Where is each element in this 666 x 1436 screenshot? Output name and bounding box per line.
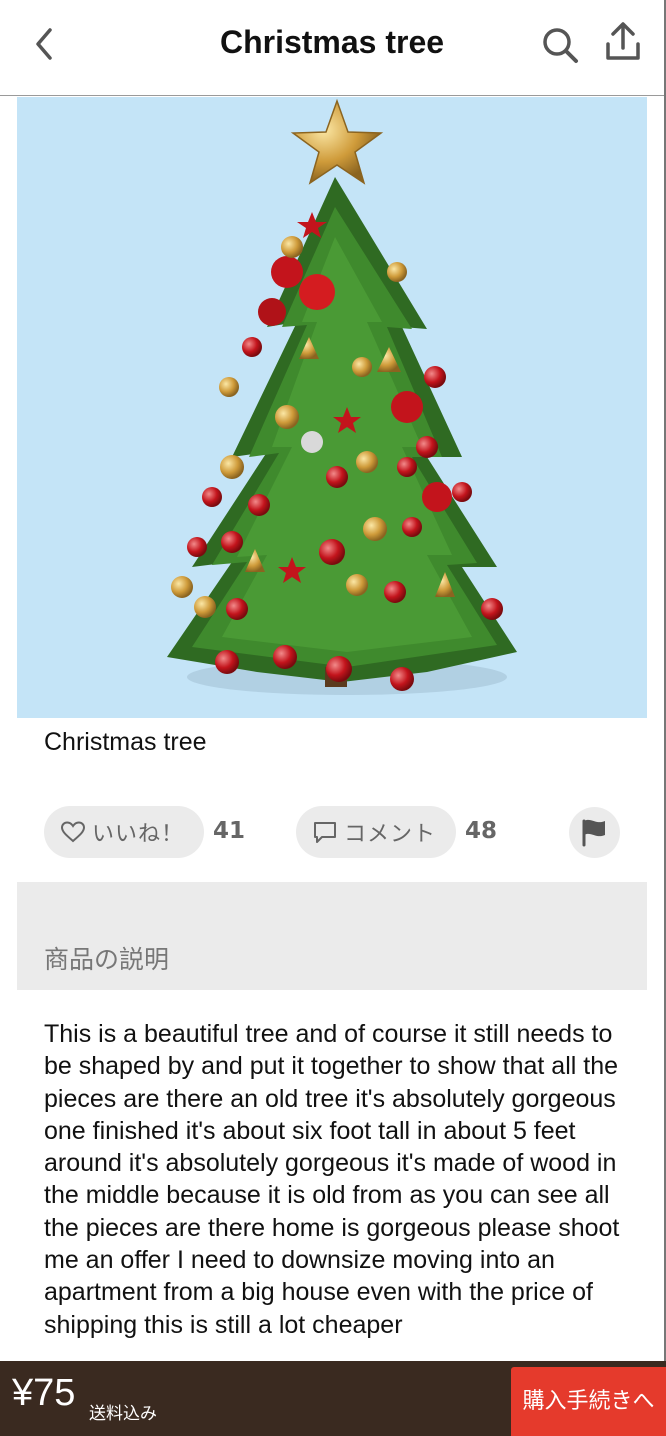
heart-icon <box>60 821 86 843</box>
price: ¥75 <box>12 1372 76 1414</box>
share-icon <box>606 22 640 60</box>
like-button[interactable]: いいね！ <box>44 806 204 858</box>
purchase-bar: ¥75 送料込み 購入手続きへ <box>0 1361 666 1436</box>
report-button[interactable] <box>569 807 620 858</box>
comment-button[interactable]: コメント <box>296 806 456 858</box>
shipping-note: 送料込み <box>89 1404 157 1424</box>
description-text: This is a beautiful tree and of course i… <box>44 1020 620 1339</box>
comment-icon <box>314 822 336 843</box>
item-title: Christmas tree <box>44 728 207 756</box>
buy-button[interactable]: 購入手続きへ <box>511 1367 666 1436</box>
like-count: 41 <box>213 818 246 844</box>
comment-label: コメント <box>344 822 437 847</box>
comment-count: 48 <box>465 818 498 844</box>
like-label: いいね！ <box>92 822 185 847</box>
app-header: Christmas tree <box>0 0 666 96</box>
description-heading: 商品の説明 <box>44 945 170 974</box>
search-icon <box>543 28 578 63</box>
item-photo[interactable] <box>17 97 647 718</box>
search-button[interactable] <box>540 22 580 66</box>
christmas-tree-image <box>167 98 517 695</box>
flag-icon <box>582 819 605 847</box>
share-button[interactable] <box>604 20 642 64</box>
